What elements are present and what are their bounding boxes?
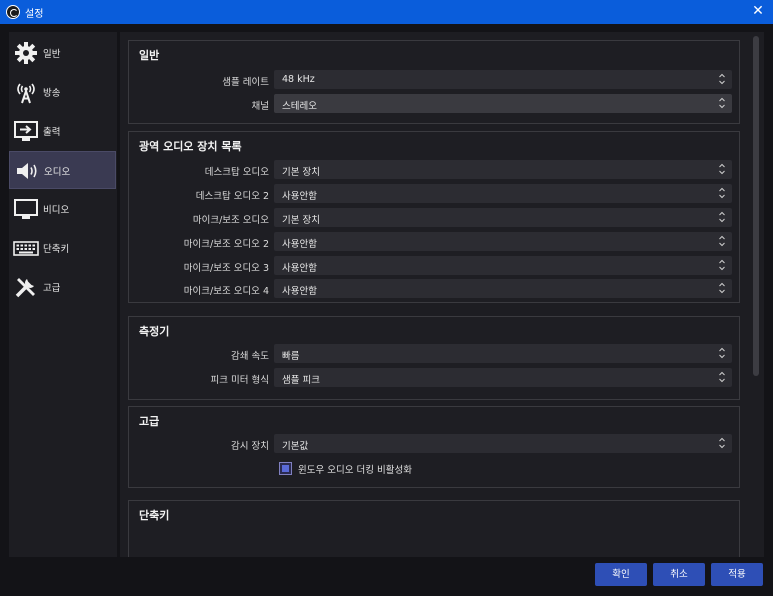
sidebar-item-label: 일반 — [43, 49, 61, 60]
up-down-arrow-icon — [719, 73, 725, 85]
output-icon — [14, 121, 38, 141]
select-value: 기본 장치 — [282, 167, 320, 178]
sidebar-item-label: 오디오 — [44, 167, 71, 178]
keyboard-icon — [13, 241, 39, 256]
sample-rate-select[interactable]: 48 kHz — [274, 70, 732, 89]
channels-label: 채널 — [251, 101, 269, 112]
gear-icon — [15, 42, 37, 64]
sidebar-item-general[interactable]: 일반 — [9, 34, 116, 72]
sidebar-item-label: 방송 — [43, 88, 61, 99]
sidebar-item-output[interactable]: 출력 — [9, 112, 116, 150]
desktop-audio-2-select[interactable]: 사용안함 — [274, 184, 732, 203]
sidebar-item-label: 단축키 — [43, 244, 70, 255]
select-value: 사용안함 — [282, 263, 317, 274]
select-value: 사용안함 — [282, 286, 317, 297]
sample-rate-label: 샘플 레이트 — [222, 77, 269, 88]
scrollbar-thumb[interactable] — [753, 36, 759, 376]
up-down-arrow-icon — [719, 97, 725, 109]
select-value: 48 kHz — [282, 74, 315, 85]
mic-aux-audio-label: 마이크/보조 오디오 — [192, 215, 269, 226]
mic-aux-audio-select[interactable]: 기본 장치 — [274, 208, 732, 227]
mic-aux-audio-3-select[interactable]: 사용안함 — [274, 256, 732, 275]
monitor-icon — [14, 199, 38, 219]
decay-rate-label: 감쇄 속도 — [231, 351, 269, 362]
disable-ducking-checkbox[interactable] — [279, 462, 292, 475]
sidebar-item-label: 고급 — [43, 283, 61, 294]
close-icon[interactable]: ✕ — [749, 2, 767, 20]
desktop-audio-label: 데스크탑 오디오 — [204, 167, 269, 178]
up-down-arrow-icon — [719, 259, 725, 271]
mic-aux-audio-4-label: 마이크/보조 오디오 4 — [183, 286, 269, 297]
desktop-audio-select[interactable]: 기본 장치 — [274, 160, 732, 179]
window-title: 설정 — [25, 9, 44, 20]
meters-group: 측정기 감쇄 속도 빠름 피크 미터 형식 샘플 피크 — [128, 316, 740, 400]
global-audio-devices-group: 광역 오디오 장치 목록 데스크탑 오디오 기본 장치 데스크탑 오디오 2 사… — [128, 131, 740, 303]
obs-logo-icon — [6, 5, 20, 19]
disable-ducking-label: 윈도우 오디오 더킹 비활성화 — [298, 465, 412, 476]
broadcast-icon — [17, 83, 35, 104]
group-title: 측정기 — [139, 325, 170, 338]
sidebar-item-label: 비디오 — [43, 205, 70, 216]
vertical-scrollbar[interactable] — [752, 32, 760, 557]
up-down-arrow-icon — [719, 163, 725, 175]
sidebar-item-advanced[interactable]: 고급 — [9, 268, 116, 306]
sidebar-item-hotkeys[interactable]: 단축키 — [9, 229, 116, 267]
sidebar-item-audio[interactable]: 오디오 — [9, 151, 116, 189]
up-down-arrow-icon — [719, 282, 725, 294]
advanced-group: 고급 감시 장치 기본값 윈도우 오디오 더킹 비활성화 — [128, 406, 740, 488]
mic-aux-audio-3-label: 마이크/보조 오디오 3 — [183, 263, 269, 274]
mic-aux-audio-4-select[interactable]: 사용안함 — [274, 279, 732, 298]
group-title: 고급 — [139, 415, 160, 428]
sidebar-item-video[interactable]: 비디오 — [9, 190, 116, 228]
mic-aux-audio-2-label: 마이크/보조 오디오 2 — [183, 239, 269, 250]
up-down-arrow-icon — [719, 347, 725, 359]
speaker-icon — [17, 163, 37, 179]
group-title: 광역 오디오 장치 목록 — [139, 140, 242, 153]
sidebar-item-label: 출력 — [43, 127, 61, 138]
select-value: 기본 장치 — [282, 215, 320, 226]
title-bar: 설정 ✕ — [0, 0, 773, 24]
select-value: 사용안함 — [282, 239, 317, 250]
group-title: 단축키 — [139, 509, 170, 522]
group-title: 일반 — [139, 49, 160, 62]
select-value: 사용안함 — [282, 191, 317, 202]
settings-sidebar: 일반 방송 출력 오디오 비디오 단축키 고급 — [9, 32, 117, 557]
general-group: 일반 샘플 레이트 48 kHz 채널 스테레오 — [128, 40, 740, 124]
apply-button[interactable]: 적용 — [711, 563, 763, 586]
peak-meter-type-label: 피크 미터 형식 — [210, 375, 269, 386]
ok-button[interactable]: 확인 — [595, 563, 647, 586]
up-down-arrow-icon — [719, 211, 725, 223]
mic-aux-audio-2-select[interactable]: 사용안함 — [274, 232, 732, 251]
sidebar-item-stream[interactable]: 방송 — [9, 73, 116, 111]
select-value: 기본값 — [282, 441, 309, 452]
up-down-arrow-icon — [719, 437, 725, 449]
channels-select[interactable]: 스테레오 — [274, 94, 732, 113]
select-value: 샘플 피크 — [282, 375, 320, 386]
up-down-arrow-icon — [719, 187, 725, 199]
hotkeys-group: 단축키 — [128, 500, 740, 557]
decay-rate-select[interactable]: 빠름 — [274, 344, 732, 363]
select-value: 스테레오 — [282, 101, 317, 112]
monitoring-device-select[interactable]: 기본값 — [274, 434, 732, 453]
peak-meter-type-select[interactable]: 샘플 피크 — [274, 368, 732, 387]
up-down-arrow-icon — [719, 235, 725, 247]
select-value: 빠름 — [282, 351, 300, 362]
cancel-button[interactable]: 취소 — [653, 563, 705, 586]
desktop-audio-2-label: 데스크탑 오디오 2 — [195, 191, 269, 202]
up-down-arrow-icon — [719, 371, 725, 383]
audio-settings-panel: 일반 샘플 레이트 48 kHz 채널 스테레오 광역 오디오 장치 목록 데스… — [120, 32, 764, 557]
monitoring-device-label: 감시 장치 — [231, 441, 269, 452]
tools-icon — [15, 278, 35, 298]
